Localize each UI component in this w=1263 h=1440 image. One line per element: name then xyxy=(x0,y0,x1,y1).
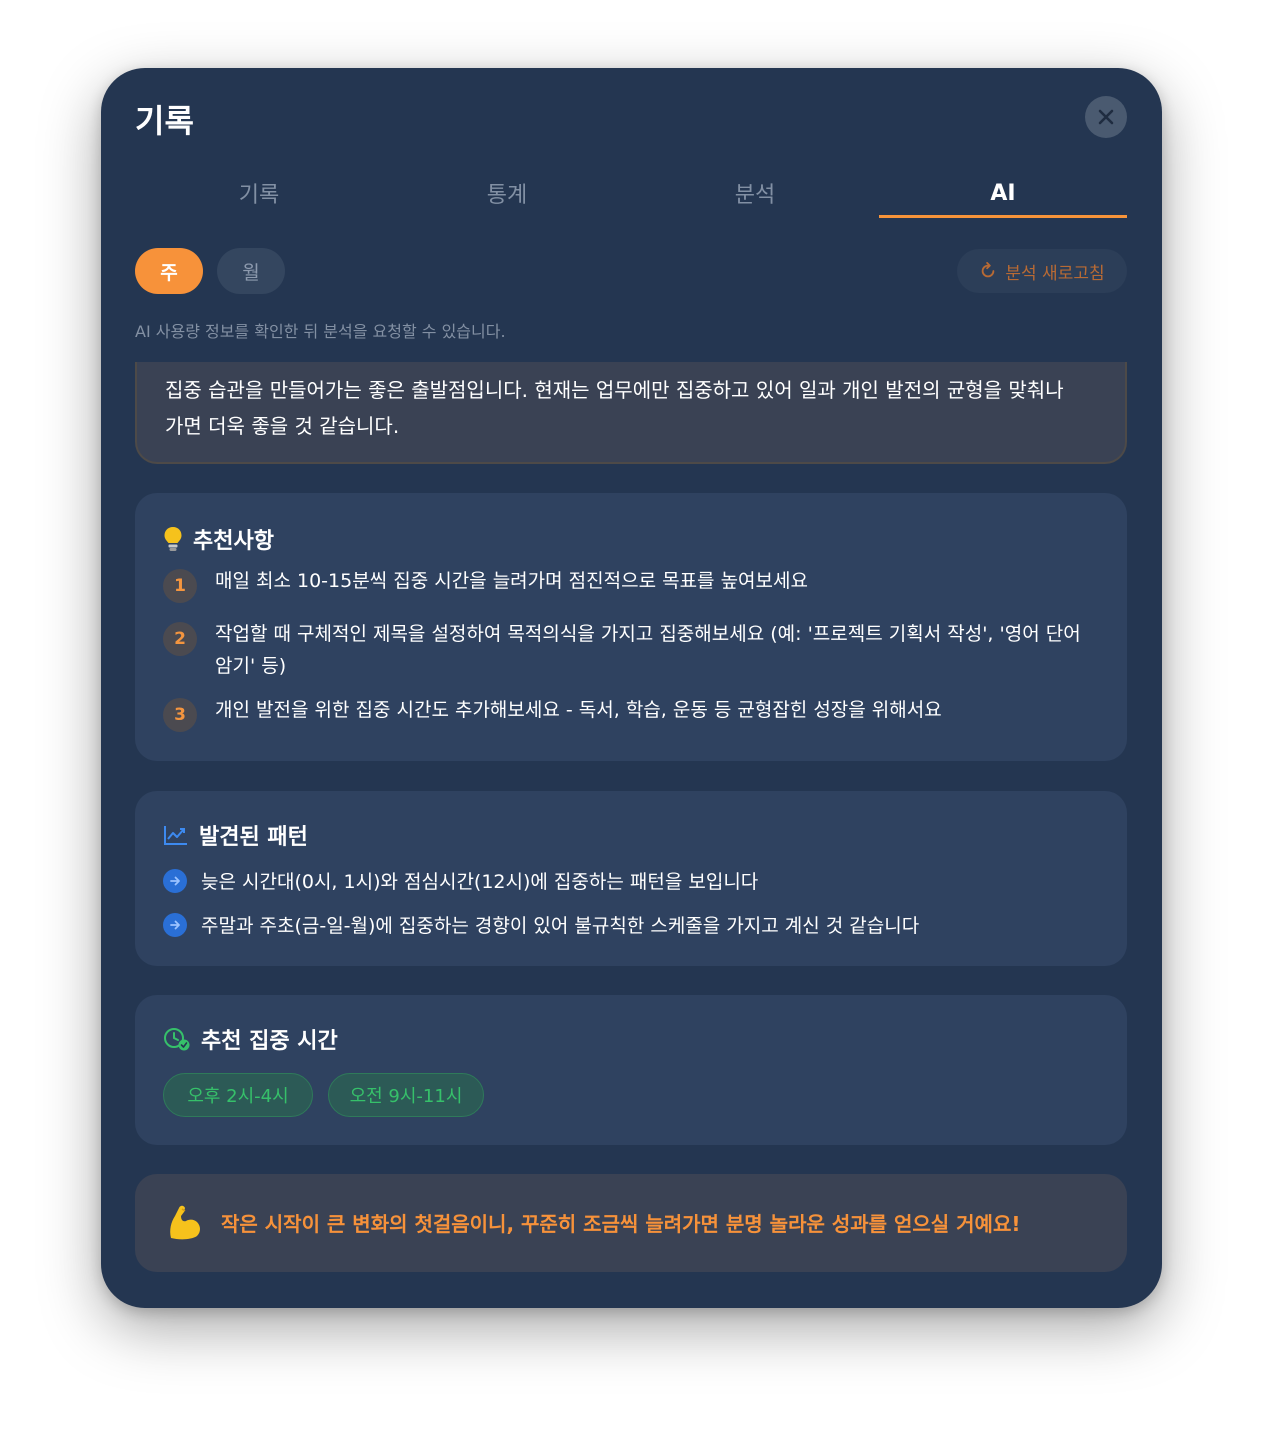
recommendation-text: 개인 발전을 위한 집중 시간도 추가해보세요 - 독서, 학습, 운동 등 균… xyxy=(215,699,942,721)
tab-bar: 기록 통계 분석 AI xyxy=(135,168,1127,218)
summary-text: 집중 습관을 만들어가는 좋은 출발점입니다. 현재는 업무에만 집중하고 있어… xyxy=(165,378,1064,438)
tab-records[interactable]: 기록 xyxy=(135,168,383,218)
close-button[interactable] xyxy=(1085,96,1127,138)
number-badge: 2 xyxy=(163,622,197,656)
clock-check-icon xyxy=(164,1028,190,1051)
recommendations-card: 추천사항 1 매일 최소 10-15분씩 집중 시간을 늘려가며 점진적으로 목… xyxy=(135,493,1127,761)
refresh-icon xyxy=(982,262,995,278)
patterns-card: 발견된 패턴 늦은 시간대(0시, 1시)와 점심시간(12시)에 집중하는 패… xyxy=(135,791,1127,966)
focus-time-chip[interactable]: 오전 9시-11시 xyxy=(328,1073,484,1117)
recommendation-item: 3 개인 발전을 위한 집중 시간도 추가해보세요 - 독서, 학습, 운동 등… xyxy=(163,694,1087,732)
pattern-text: 주말과 주초(금-일-월)에 집중하는 경향이 있어 불규칙한 스케줄을 가지고… xyxy=(201,915,920,937)
patterns-title-text: 발견된 패턴 xyxy=(199,825,308,850)
period-month-button[interactable]: 월 xyxy=(217,248,285,294)
pattern-item: 주말과 주초(금-일-월)에 집중하는 경향이 있어 불규칙한 스케줄을 가지고… xyxy=(163,911,1087,938)
recommendations-title: 추천사항 xyxy=(163,523,274,555)
period-week-button[interactable]: 주 xyxy=(135,248,203,294)
close-icon xyxy=(1098,109,1114,125)
motivation-text: 작은 시작이 큰 변화의 첫걸음이니, 꾸준히 조금씩 늘려가면 분명 놀라운 … xyxy=(221,1212,1021,1236)
refresh-label: 분석 새로고침 xyxy=(1005,263,1105,284)
tab-ai[interactable]: AI xyxy=(879,168,1127,218)
records-modal: 기록 기록 통계 분석 AI 주 월 분석 새로고침 AI 사용량 정보를 확인… xyxy=(101,68,1162,1308)
lightbulb-icon xyxy=(164,527,182,551)
recommendation-item: 2 작업할 때 구체적인 제목을 설정하여 목적의식을 가지고 집중해보세요 (… xyxy=(163,618,1087,682)
focus-times-title-text: 추천 집중 시간 xyxy=(201,1029,338,1054)
pattern-text: 늦은 시간대(0시, 1시)와 점심시간(12시)에 집중하는 패턴을 보입니다 xyxy=(201,871,759,893)
focus-time-chip[interactable]: 오후 2시-4시 xyxy=(163,1073,313,1117)
summary-card: 집중 습관을 만들어가는 좋은 출발점입니다. 현재는 업무에만 집중하고 있어… xyxy=(135,362,1127,464)
number-badge: 3 xyxy=(163,698,197,732)
motivation-card: 작은 시작이 큰 변화의 첫걸음이니, 꾸준히 조금씩 늘려가면 분명 놀라운 … xyxy=(135,1174,1127,1272)
flexed-biceps-icon xyxy=(165,1202,205,1246)
pattern-item: 늦은 시간대(0시, 1시)와 점심시간(12시)에 집중하는 패턴을 보입니다 xyxy=(163,867,1087,894)
arrow-right-icon xyxy=(163,912,187,937)
focus-times-card: 추천 집중 시간 오후 2시-4시 오전 9시-11시 xyxy=(135,995,1127,1145)
tab-analysis[interactable]: 분석 xyxy=(631,168,879,218)
recommendation-item: 1 매일 최소 10-15분씩 집중 시간을 늘려가며 점진적으로 목표를 높여… xyxy=(163,565,1087,603)
usage-notice: AI 사용량 정보를 확인한 뒤 분석을 요청할 수 있습니다. xyxy=(135,322,506,341)
recommendation-text: 작업할 때 구체적인 제목을 설정하여 목적의식을 가지고 집중해보세요 (예:… xyxy=(215,623,1081,677)
tab-statistics[interactable]: 통계 xyxy=(383,168,631,218)
recommendation-text: 매일 최소 10-15분씩 집중 시간을 늘려가며 점진적으로 목표를 높여보세… xyxy=(215,570,808,592)
trend-chart-icon xyxy=(164,826,187,845)
arrow-right-icon xyxy=(163,868,187,893)
recommendations-title-text: 추천사항 xyxy=(193,529,274,554)
modal-title: 기록 xyxy=(135,102,194,140)
patterns-title: 발견된 패턴 xyxy=(163,819,308,851)
focus-times-title: 추천 집중 시간 xyxy=(163,1023,338,1055)
refresh-analysis-button[interactable]: 분석 새로고침 xyxy=(957,249,1127,293)
analysis-scroll-area[interactable]: 집중 습관을 만들어가는 좋은 출발점입니다. 현재는 업무에만 집중하고 있어… xyxy=(135,362,1127,1308)
number-badge: 1 xyxy=(163,569,197,603)
